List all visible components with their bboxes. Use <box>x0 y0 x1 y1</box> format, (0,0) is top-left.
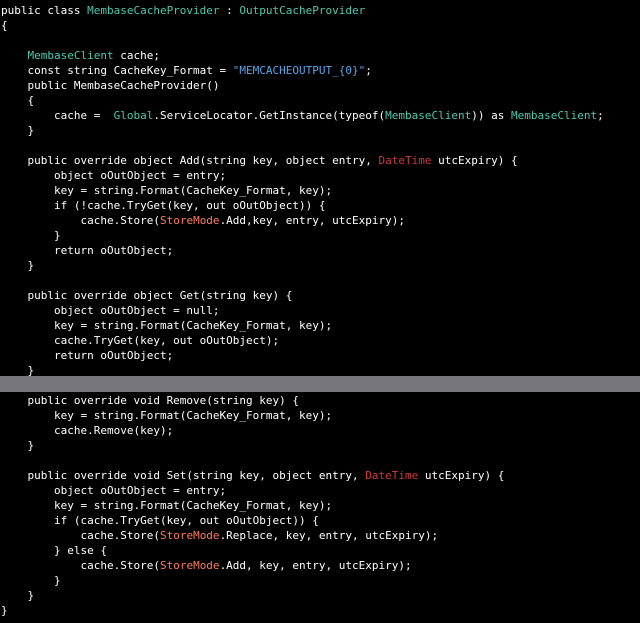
code-token: return oOutObject; <box>1 349 174 362</box>
code-line[interactable]: if (cache.TryGet(key, out oOutObject)) { <box>1 513 319 528</box>
code-line[interactable]: key = string.Format(CacheKey_Format, key… <box>1 408 332 423</box>
code-line[interactable]: object oOutObject = entry; <box>1 483 226 498</box>
code-line[interactable]: return oOutObject; <box>1 243 173 258</box>
code-token: return oOutObject; <box>1 244 174 257</box>
code-line[interactable]: object oOutObject = entry; <box>1 168 226 183</box>
code-line[interactable]: cache.Store(StoreMode.Replace, key, entr… <box>1 528 438 543</box>
code-token: .ServiceLocator.GetInstance(typeof( <box>153 109 386 122</box>
code-token: if (!cache.TryGet(key, out oOutObject)) … <box>1 199 326 212</box>
code-line[interactable]: MembaseClient cache; <box>1 48 160 63</box>
code-line[interactable]: if (!cache.TryGet(key, out oOutObject)) … <box>1 198 326 213</box>
code-token: key = string.Format(CacheKey_Format, key… <box>1 184 333 197</box>
code-token: ; <box>597 109 604 122</box>
code-token: MembaseClient <box>510 109 598 122</box>
code-token: key = string.Format(CacheKey_Format, key… <box>1 499 333 512</box>
code-token: public MembaseCacheProvider() <box>1 79 220 92</box>
code-token: cache = <box>1 109 114 122</box>
code-token: key = string.Format(CacheKey_Format, key… <box>1 409 333 422</box>
code-token: StoreMode <box>159 529 220 542</box>
code-line[interactable]: } <box>1 228 61 243</box>
code-token: object oOutObject = null; <box>1 304 220 317</box>
code-token: } <box>1 604 8 617</box>
code-line[interactable]: cache = Global.ServiceLocator.GetInstanc… <box>1 108 604 123</box>
code-token: cache.Store( <box>1 529 160 542</box>
code-token: OutputCacheProvider <box>239 4 366 17</box>
code-line[interactable]: key = string.Format(CacheKey_Format, key… <box>1 183 332 198</box>
code-token: StoreMode <box>159 214 220 227</box>
code-token: key = string.Format(CacheKey_Format, key… <box>1 319 333 332</box>
code-token: if (cache.TryGet(key, out oOutObject)) { <box>1 514 319 527</box>
code-token: public override void Remove(string key) … <box>1 394 300 407</box>
code-line[interactable]: key = string.Format(CacheKey_Format, key… <box>1 498 332 513</box>
code-line[interactable]: cache.Store(StoreMode.Add,key, entry, ut… <box>1 213 405 228</box>
code-token: MembaseClient <box>385 109 472 122</box>
code-line[interactable]: public class MembaseCacheProvider : Outp… <box>1 3 365 18</box>
code-token: .Add, key, entry, utcExpiry); <box>219 559 412 572</box>
code-line[interactable]: public override void Remove(string key) … <box>1 393 299 408</box>
code-token: MembaseClient <box>27 49 114 62</box>
code-line[interactable]: } <box>1 588 34 603</box>
code-line[interactable]: } else { <box>1 543 107 558</box>
code-token: Global <box>113 109 154 122</box>
code-token: )) as <box>471 109 511 122</box>
code-line[interactable]: } <box>1 573 61 588</box>
code-token: } <box>1 124 35 137</box>
code-token: { <box>1 19 8 32</box>
code-token: } <box>1 589 35 602</box>
code-line[interactable]: { <box>1 18 8 33</box>
code-token: public override object Add(string key, o… <box>1 154 379 167</box>
code-token: object oOutObject = entry; <box>1 484 227 497</box>
code-line[interactable]: } <box>1 258 34 273</box>
code-token: { <box>1 94 35 107</box>
code-line[interactable]: } <box>1 363 34 378</box>
code-token: utcExpiry) { <box>418 469 505 482</box>
code-line[interactable]: const string CacheKey_Format = "MEMCACHE… <box>1 63 372 78</box>
code-line[interactable]: { <box>1 93 34 108</box>
code-line[interactable]: } <box>1 603 8 618</box>
current-line-highlight <box>0 376 640 392</box>
code-line[interactable]: cache.TryGet(key, out oOutObject); <box>1 333 279 348</box>
code-token: : <box>219 4 240 17</box>
code-line[interactable]: public MembaseCacheProvider() <box>1 78 220 93</box>
code-editor[interactable]: public class MembaseCacheProvider : Outp… <box>0 0 640 623</box>
code-token: cache.TryGet(key, out oOutObject); <box>1 334 280 347</box>
code-token: .Add,key, entry, utcExpiry); <box>219 214 405 227</box>
code-token: public class <box>1 4 88 17</box>
code-token: utcExpiry) { <box>431 154 518 167</box>
code-token: } <box>1 574 61 587</box>
code-line[interactable]: public override object Add(string key, o… <box>1 153 518 168</box>
code-line[interactable]: return oOutObject; <box>1 348 173 363</box>
code-token: } <box>1 259 35 272</box>
code-line[interactable]: cache.Store(StoreMode.Add, key, entry, u… <box>1 558 412 573</box>
code-line[interactable]: cache.Remove(key); <box>1 423 173 438</box>
code-token: MembaseCacheProvider <box>87 4 220 17</box>
code-line[interactable]: } <box>1 123 34 138</box>
code-token: cache.Remove(key); <box>1 424 174 437</box>
code-line[interactable]: key = string.Format(CacheKey_Format, key… <box>1 318 332 333</box>
code-line[interactable]: public override void Set(string key, obj… <box>1 468 504 483</box>
code-token: .Replace, key, entry, utcExpiry); <box>219 529 439 542</box>
code-token: DateTime <box>378 154 432 167</box>
code-token: } <box>1 229 61 242</box>
code-token: object oOutObject = entry; <box>1 169 227 182</box>
code-token: cache.Store( <box>1 214 160 227</box>
code-token: public override void Set(string key, obj… <box>1 469 366 482</box>
code-token: cache.Store( <box>1 559 160 572</box>
code-line[interactable]: } <box>1 438 34 453</box>
code-token: StoreMode <box>159 559 220 572</box>
code-token: DateTime <box>365 469 419 482</box>
code-token: "MEMCACHEOUTPUT_{0}" <box>232 64 366 77</box>
code-token: } else { <box>1 544 107 557</box>
code-line[interactable]: public override object Get(string key) { <box>1 288 292 303</box>
code-token: } <box>1 364 35 377</box>
code-token: ; <box>365 64 372 77</box>
code-token: } <box>1 439 35 452</box>
code-line[interactable]: object oOutObject = null; <box>1 303 220 318</box>
code-token: cache; <box>113 49 160 62</box>
code-token: public override object Get(string key) { <box>1 289 293 302</box>
code-token: const string CacheKey_Format = <box>1 64 233 77</box>
